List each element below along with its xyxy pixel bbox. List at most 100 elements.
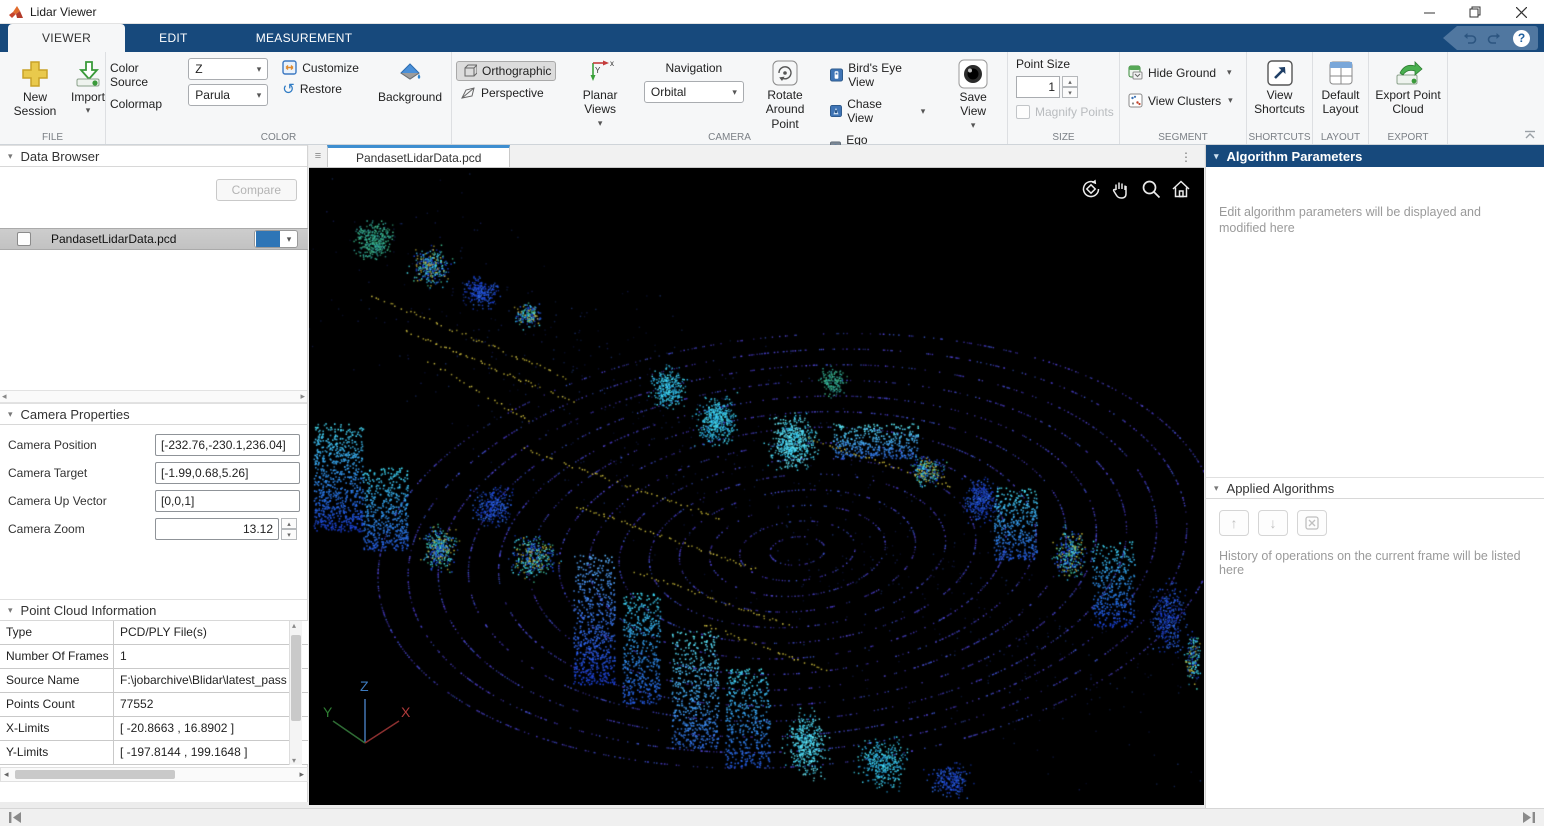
point-size-stepper[interactable]: ▴ ▾ (1062, 76, 1078, 98)
scrollbar-thumb[interactable] (15, 770, 175, 779)
move-down-button[interactable]: ↓ (1258, 510, 1288, 536)
point-cloud-viewport[interactable]: Z Y X (309, 168, 1204, 805)
import-button[interactable]: Import ▾ (66, 57, 110, 121)
pan-hand-icon[interactable] (1110, 178, 1132, 200)
move-up-button[interactable]: ↑ (1219, 510, 1249, 536)
collapse-caret-icon[interactable]: ▾ (8, 151, 13, 162)
view-shortcuts-button[interactable]: View Shortcuts (1251, 57, 1308, 119)
down-arrow-icon: ↓ (1270, 515, 1277, 531)
section-color-label: COLOR (106, 132, 451, 143)
orthographic-icon (461, 64, 477, 78)
rotate-3d-icon[interactable] (1080, 178, 1102, 200)
stepper-up-icon[interactable]: ▴ (281, 518, 297, 529)
camera-target-input[interactable]: [-1.99,0.68,5.26] (155, 462, 300, 484)
camera-position-input[interactable]: [-232.76,-230.1,236.04] (155, 434, 300, 456)
tab-menu-icon[interactable]: ≡ (309, 145, 327, 167)
collapse-ribbon-icon[interactable] (1524, 130, 1536, 140)
customize-icon (282, 60, 297, 75)
tab-measurement[interactable]: MEASUREMENT (222, 24, 387, 52)
restore-icon: ↺ (282, 83, 295, 96)
point-cloud-info-table: Type PCD/PLY File(s) Number Of Frames 1 … (0, 621, 308, 782)
view-clusters-caret-icon: ▾ (1228, 95, 1233, 106)
section-layout: Default Layout LAYOUT (1313, 52, 1369, 144)
title-bar: Lidar Viewer (0, 0, 1544, 24)
scroll-right-icon[interactable]: ▸ (300, 391, 305, 402)
rotate-around-point-icon (770, 59, 800, 87)
new-session-button[interactable]: New Session (4, 57, 66, 121)
background-button[interactable]: Background (373, 59, 447, 111)
scroll-left-icon[interactable]: ◂ (2, 391, 7, 402)
default-layout-button[interactable]: Default Layout (1317, 57, 1364, 119)
file-visibility-checkbox[interactable] (17, 232, 31, 246)
camera-properties-header[interactable]: ▾ Camera Properties (0, 403, 307, 425)
restore-button[interactable] (1452, 0, 1498, 24)
export-point-cloud-button[interactable]: Export Point Cloud (1373, 57, 1443, 119)
redo-icon[interactable] (1487, 32, 1503, 45)
scroll-left-icon[interactable]: ◂ (4, 769, 9, 780)
collapse-left-panel-icon[interactable] (8, 811, 22, 824)
home-icon[interactable] (1170, 178, 1192, 200)
section-camera-label: CAMERA (452, 132, 1007, 143)
collapse-caret-icon[interactable]: ▾ (1214, 483, 1219, 494)
chevron-down-icon: ▾ (281, 234, 297, 245)
axis-triad: Z Y X (317, 673, 413, 757)
orthographic-button[interactable]: Orthographic (456, 61, 556, 81)
scrollbar-thumb[interactable] (291, 635, 301, 721)
scroll-down-icon[interactable]: ▾ (292, 756, 296, 765)
delete-operation-button[interactable] (1297, 510, 1327, 536)
point-cloud-canvas[interactable] (309, 168, 1204, 805)
hide-ground-button[interactable]: Hide Ground ▾ (1124, 63, 1242, 82)
undo-icon[interactable] (1461, 32, 1477, 45)
collapse-right-panel-icon[interactable] (1522, 811, 1536, 824)
tab-edit[interactable]: EDIT (125, 24, 222, 52)
stepper-down-icon[interactable]: ▾ (281, 529, 297, 540)
restore-colormap-button[interactable]: ↺ Restore (278, 80, 363, 98)
data-browser-body: Compare PandasetLidarData.pcd ▾ (0, 167, 307, 390)
help-icon[interactable]: ? (1513, 30, 1530, 47)
close-button[interactable] (1498, 0, 1544, 24)
minimize-button[interactable] (1406, 0, 1452, 24)
data-browser-header[interactable]: ▾ Data Browser (0, 145, 307, 167)
view-shortcuts-icon (1266, 59, 1294, 87)
tab-viewer[interactable]: VIEWER (8, 24, 125, 52)
view-clusters-button[interactable]: View Clusters ▾ (1124, 91, 1242, 110)
section-segment: Hide Ground ▾ View Clusters ▾ SEGMENT (1120, 52, 1247, 144)
kebab-menu-icon[interactable]: ⋮ (1180, 145, 1192, 168)
scroll-right-icon[interactable]: ▸ (299, 769, 304, 780)
table-row: X-Limits [ -20.8663 , 16.8902 ] (0, 717, 308, 741)
stepper-up-icon[interactable]: ▴ (1062, 76, 1078, 87)
chase-view-button[interactable]: Chase View ▾ (826, 95, 929, 127)
table-hscrollbar[interactable]: ◂ ▸ (0, 767, 308, 782)
camera-zoom-stepper[interactable]: ▴ ▾ (281, 518, 297, 540)
collapse-caret-icon[interactable]: ▾ (1214, 151, 1219, 162)
colormap-dropdown[interactable]: Parula▾ (188, 84, 268, 106)
scroll-up-icon[interactable]: ▴ (292, 621, 296, 630)
camera-up-vector-input[interactable]: [0,0,1] (155, 490, 300, 512)
perspective-button[interactable]: Perspective (456, 84, 556, 102)
algorithm-parameters-header[interactable]: ▾ Algorithm Parameters (1206, 145, 1544, 167)
point-size-input[interactable]: 1 (1016, 76, 1060, 98)
color-swatch-dropdown[interactable]: ▾ (254, 230, 298, 248)
data-browser-hscrollbar[interactable]: ◂ ▸ (0, 390, 307, 403)
color-source-dropdown[interactable]: Z▾ (188, 58, 268, 80)
collapse-caret-icon[interactable]: ▾ (8, 409, 13, 420)
birds-eye-view-button[interactable]: Bird's Eye View (826, 59, 929, 91)
compare-button[interactable]: Compare (216, 179, 297, 201)
right-panel: ▾ Algorithm Parameters Edit algorithm pa… (1205, 145, 1544, 808)
color-swatch[interactable] (256, 231, 280, 247)
document-tab-bar: ≡ PandasetLidarData.pcd ⋮ (309, 145, 1204, 168)
navigation-dropdown[interactable]: Orbital▾ (644, 81, 744, 103)
applied-algorithms-header[interactable]: ▾ Applied Algorithms (1206, 477, 1544, 499)
document-tab[interactable]: PandasetLidarData.pcd (327, 145, 510, 167)
section-file-label: FILE (0, 132, 105, 143)
magnify-points-checkbox[interactable] (1016, 105, 1030, 119)
stepper-down-icon[interactable]: ▾ (1062, 87, 1078, 98)
table-vscrollbar[interactable]: ▴ ▾ (289, 621, 302, 765)
window-title: Lidar Viewer (30, 5, 96, 19)
point-cloud-list-item[interactable]: PandasetLidarData.pcd ▾ (0, 228, 308, 250)
camera-zoom-input[interactable]: 13.12 (155, 518, 279, 540)
collapse-caret-icon[interactable]: ▾ (8, 605, 13, 616)
point-cloud-info-header[interactable]: ▾ Point Cloud Information (0, 599, 307, 621)
zoom-icon[interactable] (1140, 178, 1162, 200)
customize-colormap-button[interactable]: Customize (278, 58, 363, 77)
